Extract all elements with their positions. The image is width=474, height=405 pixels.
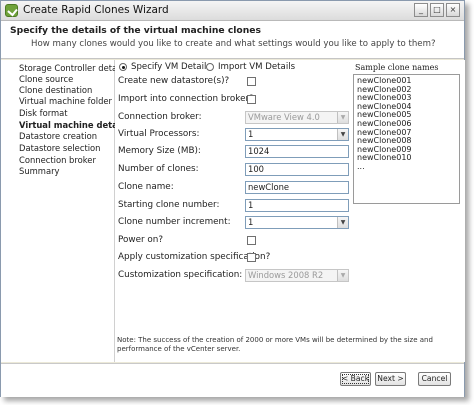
step-datastore-selection: Datastore selection: [19, 143, 101, 153]
starting-clone-number-input[interactable]: 1: [245, 199, 349, 212]
starting-clone-number-label: Starting clone number:: [118, 200, 220, 210]
close-button[interactable]: ×: [446, 3, 460, 17]
specify-vm-details-label: Specify VM Details: [131, 62, 211, 72]
chevron-down-icon: ▼: [337, 112, 348, 123]
step-connection-broker: Connection broker: [19, 155, 96, 165]
connection-broker-select[interactable]: VMware View 4.0 ▼: [245, 111, 349, 124]
wizard-window: Create Rapid Clones Wizard _ □ × Specify…: [0, 0, 465, 397]
step-clone-source: Clone source: [19, 74, 74, 84]
clone-name-input[interactable]: newClone: [245, 181, 349, 194]
connection-broker-label: Connection broker:: [118, 112, 202, 122]
next-button[interactable]: Next >: [375, 372, 406, 386]
title-bar: Create Rapid Clones Wizard _ □ ×: [1, 1, 464, 21]
step-storage-controller-details: Storage Controller details: [19, 63, 127, 73]
chevron-down-icon: ▼: [337, 270, 348, 281]
page-title: Specify the details of the virtual machi…: [10, 25, 261, 36]
clone-increment-label: Clone number increment:: [118, 217, 231, 227]
maximize-button[interactable]: □: [430, 3, 444, 17]
clone-name-label: Clone name:: [118, 182, 174, 192]
step-clone-destination: Clone destination: [19, 85, 93, 95]
back-button[interactable]: < Back: [340, 372, 371, 386]
customization-spec-label: Customization specification:: [118, 270, 243, 280]
window-title: Create Rapid Clones Wizard: [23, 4, 169, 16]
step-virtual-machine-details: Virtual machine details: [19, 120, 129, 130]
create-datastore-label: Create new datastore(s)?: [118, 76, 230, 86]
virtual-processors-value: 1: [248, 129, 254, 139]
cancel-button[interactable]: Cancel: [418, 372, 451, 386]
step-disk-format: Disk format: [19, 108, 68, 118]
power-on-label: Power on?: [118, 235, 164, 245]
list-item: ...: [357, 161, 365, 171]
wizard-steps: Storage Controller details Clone source …: [1, 60, 129, 362]
connection-broker-value: VMware View 4.0: [248, 112, 320, 122]
app-icon: [5, 4, 18, 17]
vm-details-panel: Specify VM Details Import VM Details Cre…: [115, 60, 465, 362]
number-of-clones-label: Number of clones:: [118, 164, 199, 174]
specify-vm-details-radio[interactable]: [119, 63, 127, 71]
import-vm-details-radio[interactable]: [206, 63, 214, 71]
import-broker-label: Import into connection broker?: [118, 94, 254, 104]
list-item: newClone010: [357, 153, 412, 163]
step-summary: Summary: [19, 166, 60, 176]
customization-spec-value: Windows 2008 R2: [248, 270, 324, 280]
number-of-clones-input[interactable]: 100: [245, 163, 349, 176]
import-vm-details-label: Import VM Details: [218, 62, 296, 72]
create-datastore-checkbox[interactable]: [247, 77, 256, 86]
sample-names-list[interactable]: newClone001 newClone002 newClone003 newC…: [353, 74, 460, 204]
clone-increment-value: 1: [248, 217, 254, 227]
chevron-down-icon: ▼: [337, 217, 348, 228]
clone-increment-select[interactable]: 1 ▼: [245, 216, 349, 229]
sample-names-title: Sample clone names: [355, 63, 439, 72]
page-subtitle: How many clones would you like to create…: [31, 39, 436, 49]
step-datastore-creation: Datastore creation: [19, 131, 98, 141]
chevron-down-icon: ▼: [337, 129, 348, 140]
customization-spec-select[interactable]: Windows 2008 R2 ▼: [245, 269, 349, 282]
performance-note: Note: The success of the creation of 200…: [117, 336, 433, 353]
virtual-processors-select[interactable]: 1 ▼: [245, 128, 349, 141]
memory-size-input[interactable]: 1024: [245, 145, 349, 158]
import-broker-checkbox[interactable]: [247, 95, 256, 104]
memory-size-label: Memory Size (MB):: [118, 146, 201, 156]
step-virtual-machine-folder: Virtual machine folder: [19, 96, 112, 106]
virtual-processors-label: Virtual Processors:: [118, 129, 200, 139]
apply-customization-checkbox[interactable]: [247, 253, 256, 262]
power-on-checkbox[interactable]: [247, 236, 256, 245]
wizard-header: Specify the details of the virtual machi…: [1, 21, 464, 59]
minimize-button[interactable]: _: [414, 3, 428, 17]
wizard-footer: < Back Next > Cancel: [1, 363, 464, 397]
